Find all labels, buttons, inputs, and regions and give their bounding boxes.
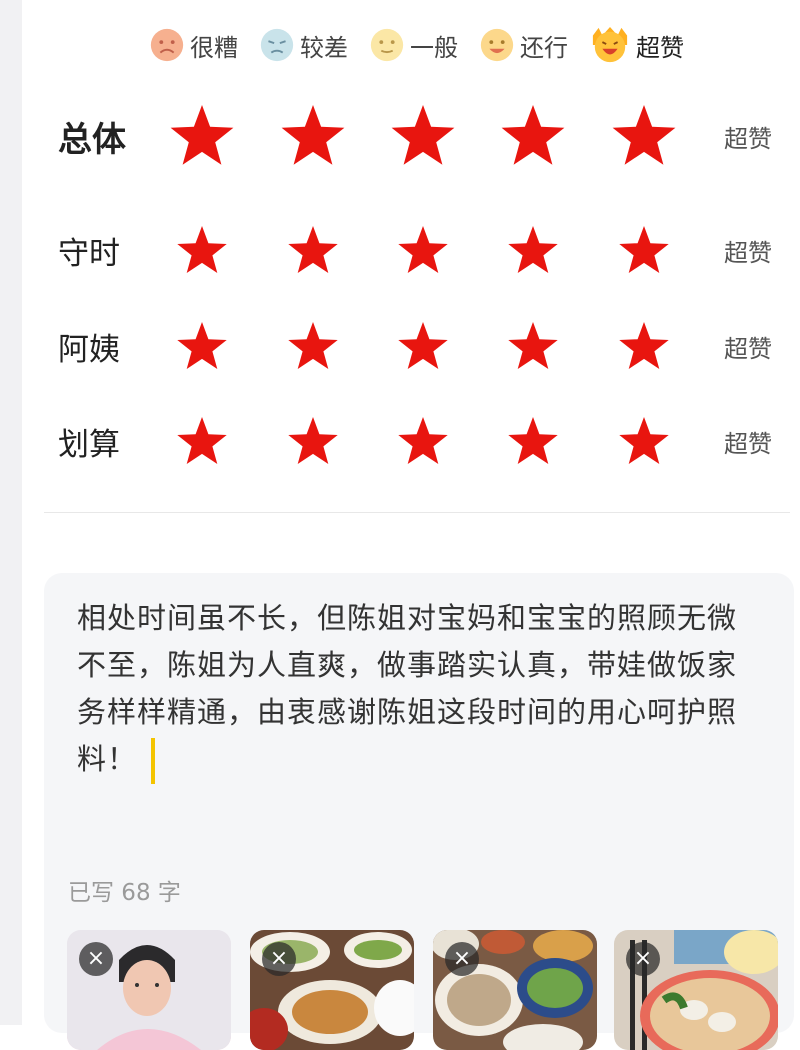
remove-photo-button[interactable]: × [262, 942, 296, 976]
rating-value: 超赞 [724, 334, 772, 363]
photo-thumbnail[interactable]: × [67, 930, 231, 1050]
rating-row-punctuality: 守时 超赞 [0, 222, 800, 278]
comment-text-wrap: 相处时间虽不长，但陈姐对宝妈和宝宝的照顾无微不至，陈姐为人直爽，做事踏实认真，带… [77, 595, 742, 784]
char-count: 已写 68 字 [68, 880, 181, 906]
star-icon[interactable] [508, 417, 558, 464]
star-icon[interactable] [177, 322, 227, 369]
legend-ok[interactable]: 还行 [478, 26, 568, 64]
rating-row-value: 划算 超赞 [0, 413, 800, 469]
rating-value: 超赞 [724, 238, 772, 267]
legend-label: 超赞 [636, 33, 684, 62]
photo-thumbnail[interactable]: × [614, 930, 778, 1050]
rating-row-caregiver: 阿姨 超赞 [0, 318, 800, 374]
star-icon[interactable] [619, 226, 669, 273]
star-icon[interactable] [619, 417, 669, 464]
rating-value: 超赞 [724, 429, 772, 458]
section-divider [44, 512, 790, 513]
comment-text: 相处时间虽不长，但陈姐对宝妈和宝宝的照顾无微不至，陈姐为人直爽，做事踏实认真，带… [77, 601, 738, 776]
star-icon[interactable] [177, 226, 227, 273]
bad-face-icon [260, 28, 294, 62]
legend-great[interactable]: 超赞 [588, 26, 684, 64]
star-rating[interactable] [0, 318, 800, 374]
ok-face-icon [480, 28, 514, 62]
text-caret [151, 738, 156, 784]
rating-row-overall: 总体 超赞 [0, 102, 800, 170]
legend-bad[interactable]: 较差 [258, 26, 348, 64]
great-face-icon [592, 26, 628, 63]
star-icon[interactable] [288, 417, 338, 464]
very-bad-face-icon [150, 28, 184, 62]
star-icon[interactable] [619, 322, 669, 369]
star-icon[interactable] [281, 105, 345, 165]
photo-thumbnail[interactable]: × [433, 930, 597, 1050]
legend-label: 一般 [410, 33, 458, 62]
legend-label: 还行 [520, 33, 568, 62]
star-icon[interactable] [398, 322, 448, 369]
star-icon[interactable] [508, 322, 558, 369]
rating-legend: 很糟 较差 一般 还行 超赞 [148, 24, 684, 66]
star-icon[interactable] [612, 105, 676, 165]
star-icon[interactable] [398, 417, 448, 464]
legend-neutral[interactable]: 一般 [368, 26, 458, 64]
comment-textarea[interactable]: 相处时间虽不长，但陈姐对宝妈和宝宝的照顾无微不至，陈姐为人直爽，做事踏实认真，带… [44, 573, 794, 1050]
photo-thumbnail[interactable]: × [250, 930, 414, 1050]
neutral-face-icon [370, 28, 404, 62]
legend-label: 较差 [300, 33, 348, 62]
star-icon[interactable] [508, 226, 558, 273]
remove-photo-button[interactable]: × [79, 942, 113, 976]
star-icon[interactable] [391, 105, 455, 165]
star-icon[interactable] [177, 417, 227, 464]
rating-value: 超赞 [724, 124, 772, 153]
star-icon[interactable] [288, 226, 338, 273]
star-icon[interactable] [170, 105, 234, 165]
legend-label: 很糟 [190, 33, 238, 62]
legend-very-bad[interactable]: 很糟 [148, 26, 238, 64]
star-icon[interactable] [288, 322, 338, 369]
remove-photo-button[interactable]: × [445, 942, 479, 976]
remove-photo-button[interactable]: × [626, 942, 660, 976]
star-rating[interactable] [0, 102, 800, 170]
star-icon[interactable] [501, 105, 565, 165]
star-rating[interactable] [0, 222, 800, 278]
star-rating[interactable] [0, 413, 800, 469]
star-icon[interactable] [398, 226, 448, 273]
